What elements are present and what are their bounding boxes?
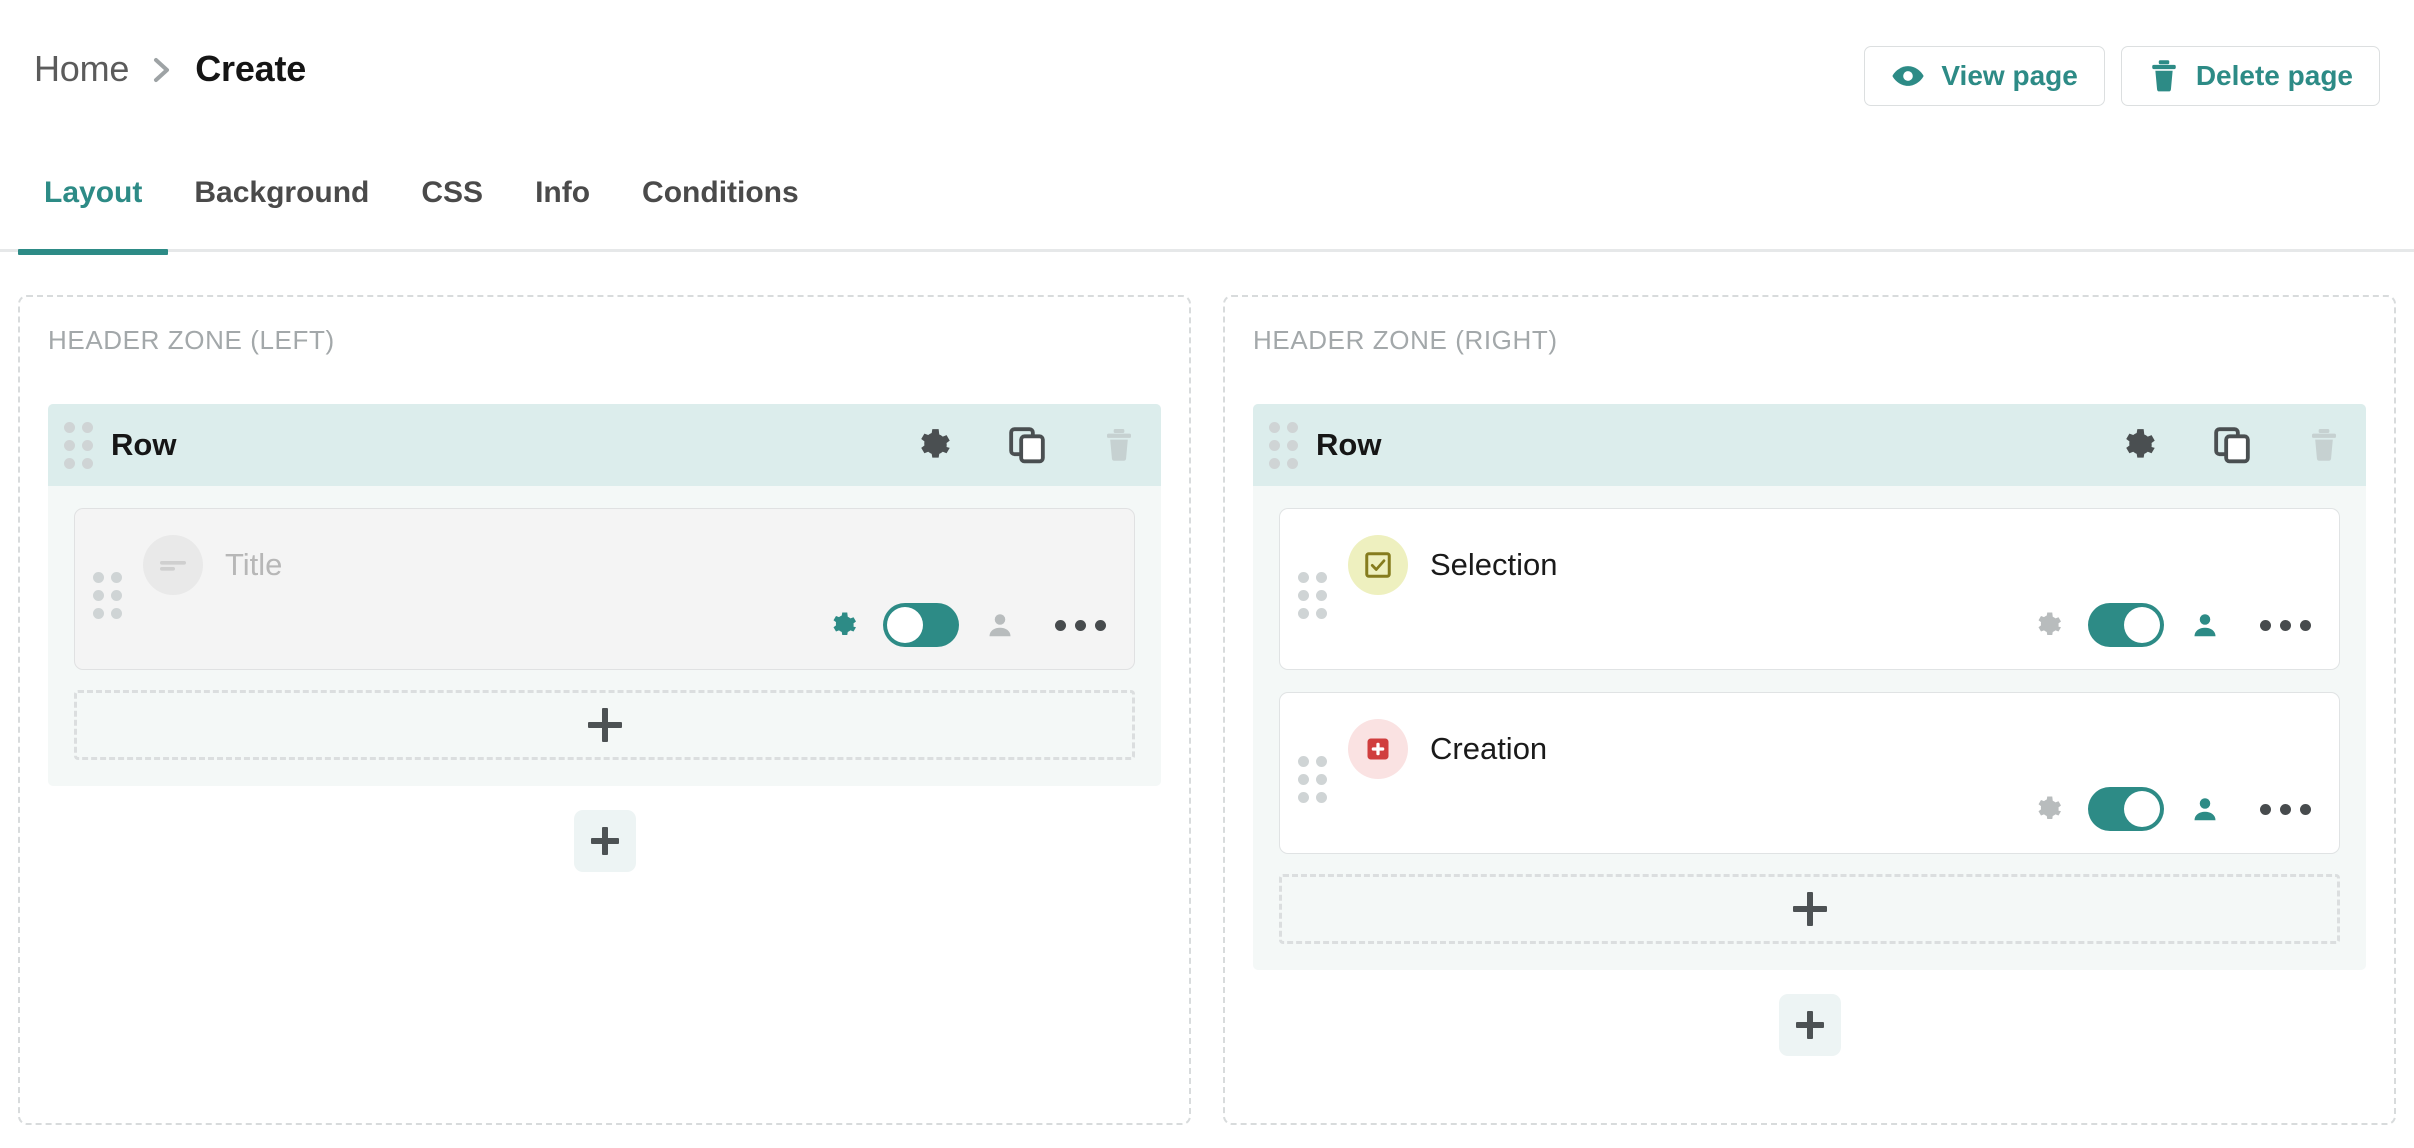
breadcrumb-home-link[interactable]: Home xyxy=(34,48,129,90)
gear-icon[interactable] xyxy=(827,610,857,640)
plus-square-icon xyxy=(1348,719,1408,779)
header-zone-right: HEADER ZONE (RIGHT) Row Selection Creati… xyxy=(1223,295,2396,1125)
drag-handle-icon[interactable] xyxy=(1269,421,1298,469)
breadcrumb: Home Create xyxy=(34,48,306,90)
row-body-right: Selection Creation xyxy=(1253,486,2366,970)
plus-icon xyxy=(1792,892,1827,926)
top-bar: Home Create View page Delete page xyxy=(0,0,2414,143)
view-page-button[interactable]: View page xyxy=(1864,46,2105,106)
text-lines-icon xyxy=(143,535,203,595)
checkbox-checked-icon xyxy=(1348,535,1408,595)
delete-page-button[interactable]: Delete page xyxy=(2120,46,2380,106)
drag-handle-icon[interactable] xyxy=(1298,756,1327,803)
tab-css[interactable]: CSS xyxy=(395,170,509,252)
visibility-toggle[interactable] xyxy=(2088,787,2164,831)
more-options-icon[interactable] xyxy=(2246,803,2311,815)
visibility-toggle[interactable] xyxy=(2088,603,2164,647)
row-title-left: Row xyxy=(111,427,177,462)
gear-icon[interactable] xyxy=(2032,794,2062,824)
row-block-right: Row Selection Creation xyxy=(1253,404,2366,970)
row-title-right: Row xyxy=(1316,427,1382,462)
gear-icon[interactable] xyxy=(2032,610,2062,640)
row-block-left: Row Title xyxy=(48,404,1161,786)
plus-icon xyxy=(587,708,622,742)
trash-icon xyxy=(2148,59,2180,93)
row-body-left: Title xyxy=(48,486,1161,786)
page-root: Home Create View page Delete page Layout… xyxy=(0,0,2414,1148)
tab-css-label: CSS xyxy=(421,176,484,209)
tab-background-label: Background xyxy=(194,176,370,209)
drag-handle-icon[interactable] xyxy=(64,421,93,469)
row-header-actions-right xyxy=(2118,425,2340,465)
drag-handle-icon[interactable] xyxy=(1298,572,1327,619)
page-title: Create xyxy=(195,48,307,89)
gear-icon[interactable] xyxy=(2118,426,2156,464)
zone-label-right: HEADER ZONE (RIGHT) xyxy=(1253,325,1558,355)
visibility-toggle[interactable] xyxy=(883,603,959,647)
add-row-button[interactable] xyxy=(573,810,636,872)
tab-layout-label: Layout xyxy=(44,176,143,209)
zone-label-left: HEADER ZONE (LEFT) xyxy=(48,325,335,355)
row-header-right: Row xyxy=(1253,404,2366,486)
widget-title[interactable]: Title xyxy=(74,508,1135,670)
zones-container: HEADER ZONE (LEFT) Row Title HEADER ZONE… xyxy=(0,295,2414,1125)
top-bar-actions: View page Delete page xyxy=(1864,46,2380,106)
widget-label: Selection xyxy=(1430,547,1558,582)
drag-handle-icon[interactable] xyxy=(93,572,122,619)
more-options-icon[interactable] xyxy=(1041,619,1106,631)
tab-conditions[interactable]: Conditions xyxy=(616,170,825,252)
more-options-icon[interactable] xyxy=(2246,619,2311,631)
widget-creation[interactable]: Creation xyxy=(1279,692,2340,854)
widget-label: Creation xyxy=(1430,731,1548,766)
trash-icon[interactable] xyxy=(1103,427,1135,463)
person-icon[interactable] xyxy=(985,610,1015,640)
eye-icon xyxy=(1891,59,1925,93)
tab-background[interactable]: Background xyxy=(168,170,395,252)
tab-info[interactable]: Info xyxy=(509,170,616,252)
gear-icon[interactable] xyxy=(913,426,951,464)
plus-icon xyxy=(1795,1011,1824,1039)
add-row-button[interactable] xyxy=(1778,994,1841,1056)
widget-label: Title xyxy=(225,547,283,582)
widget-controls xyxy=(2032,787,2311,831)
person-icon[interactable] xyxy=(2190,794,2220,824)
add-widget-slot[interactable] xyxy=(74,690,1135,760)
tab-conditions-label: Conditions xyxy=(642,176,799,209)
copy-icon[interactable] xyxy=(1007,425,1047,465)
tab-layout[interactable]: Layout xyxy=(18,170,169,255)
plus-icon xyxy=(590,827,619,855)
chevron-right-icon xyxy=(151,56,173,84)
person-icon[interactable] xyxy=(2190,610,2220,640)
trash-icon[interactable] xyxy=(2308,427,2340,463)
tab-bar: Layout Background CSS Info Conditions xyxy=(0,170,2414,255)
widget-controls xyxy=(827,603,1106,647)
view-page-label: View page xyxy=(1941,60,2078,91)
copy-icon[interactable] xyxy=(2212,425,2252,465)
header-zone-left: HEADER ZONE (LEFT) Row Title xyxy=(18,295,1191,1125)
tab-info-label: Info xyxy=(535,176,591,209)
row-header-left: Row xyxy=(48,404,1161,486)
row-header-actions-left xyxy=(913,425,1135,465)
widget-selection[interactable]: Selection xyxy=(1279,508,2340,670)
delete-page-label: Delete page xyxy=(2195,60,2353,91)
add-widget-slot[interactable] xyxy=(1279,874,2340,944)
widget-controls xyxy=(2032,603,2311,647)
